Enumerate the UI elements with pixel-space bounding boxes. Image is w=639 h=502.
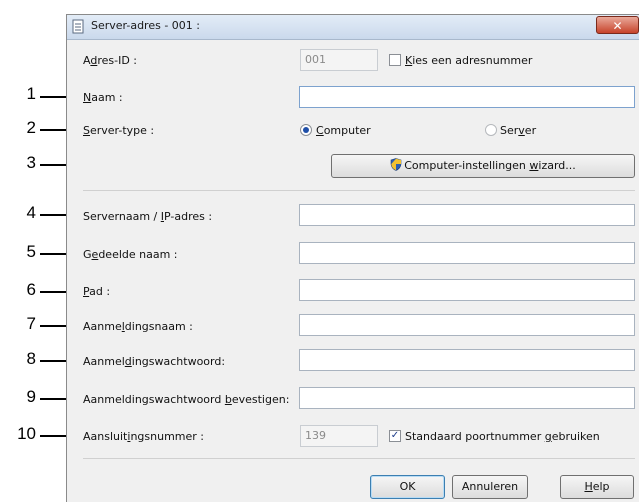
confirm-password-input[interactable]: [299, 387, 635, 409]
login-password-label: Aanmeldingswachtwoord:: [83, 355, 226, 368]
callout-number: 7: [26, 314, 36, 333]
server-radio-label[interactable]: Server: [500, 124, 536, 137]
callout-number: 8: [26, 349, 36, 368]
share-name-label: Gedeelde naam :: [83, 248, 178, 261]
separator-top: [83, 190, 635, 191]
path-input[interactable]: [299, 279, 635, 301]
name-input[interactable]: [299, 86, 635, 108]
server-radio[interactable]: [485, 124, 497, 136]
separator-bottom: [83, 458, 635, 459]
document-icon: [72, 19, 84, 34]
server-name-input[interactable]: [299, 204, 635, 226]
callout-number: 1: [26, 84, 36, 103]
callout-number: 9: [26, 387, 36, 406]
title-bar[interactable]: Server-adres - 001 : ✕: [67, 15, 639, 40]
confirm-password-label: Aanmeldingswachtwoord bevestigen:: [83, 393, 290, 406]
help-button[interactable]: Help: [560, 475, 634, 499]
address-id-label: Adres-ID :: [83, 54, 137, 67]
close-button[interactable]: ✕: [596, 16, 639, 34]
close-icon: ✕: [612, 19, 623, 33]
port-number-label: Aansluitingsnummer :: [83, 430, 204, 443]
choose-address-number-checkbox[interactable]: [389, 54, 401, 66]
address-id-field: 001: [300, 49, 378, 71]
login-password-input[interactable]: [299, 349, 635, 371]
default-port-checkbox[interactable]: ✓: [389, 430, 401, 442]
callout-number: 3: [26, 153, 36, 172]
server-name-label: Servernaam / IP-adres :: [83, 210, 213, 223]
callout-number: 2: [26, 118, 36, 137]
shield-icon: [390, 158, 402, 171]
computer-radio-label[interactable]: Computer: [316, 124, 371, 137]
check-icon: ✓: [390, 430, 400, 441]
default-port-label[interactable]: Standaard poortnummer gebruiken: [405, 430, 600, 443]
share-name-input[interactable]: [299, 242, 635, 264]
server-address-dialog: Server-adres - 001 : ✕ Adres-ID : 001 Ki…: [66, 14, 639, 502]
callout-number: 5: [26, 242, 36, 261]
window-title: Server-adres - 001 :: [91, 19, 201, 32]
choose-address-number-label[interactable]: Kies een adresnummer: [405, 54, 532, 67]
cancel-button[interactable]: Annuleren: [452, 475, 528, 499]
port-number-field: 139: [300, 425, 378, 447]
ok-button[interactable]: OK: [370, 475, 445, 499]
login-name-input[interactable]: [299, 314, 635, 336]
callout-number: 6: [26, 280, 36, 299]
computer-settings-wizard-button[interactable]: Computer-instellingen wizard...: [331, 154, 635, 178]
computer-radio[interactable]: [300, 124, 312, 136]
login-name-label: Aanmeldingsnaam :: [83, 320, 193, 333]
callout-number: 4: [26, 203, 36, 222]
callout-number: 10: [17, 424, 36, 443]
path-label: Pad :: [83, 285, 111, 298]
name-label: Naam :: [83, 91, 123, 104]
server-type-label: Server-type :: [83, 124, 155, 137]
